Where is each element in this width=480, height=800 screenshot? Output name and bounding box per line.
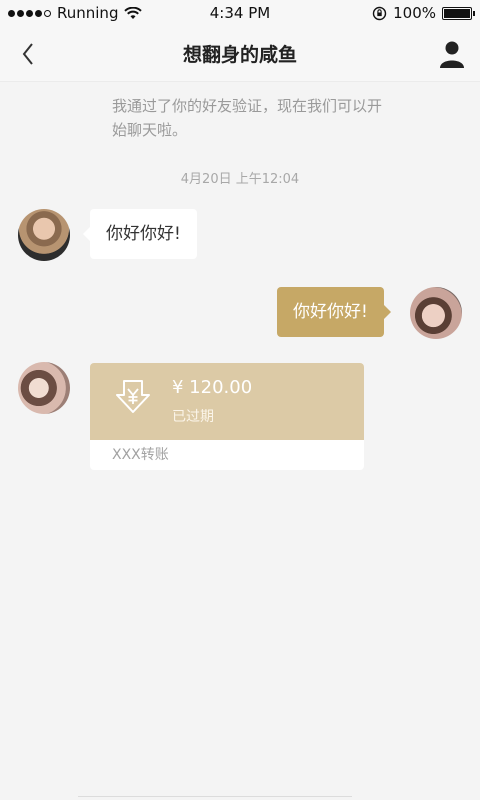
transfer-amount: ¥ 120.00 — [172, 377, 253, 398]
status-bar: Running 4:34 PM 100% — [0, 0, 480, 26]
profile-button[interactable] — [424, 26, 480, 82]
user-icon — [440, 41, 464, 68]
outgoing-message-bubble[interactable]: 你好你好! — [277, 287, 391, 337]
incoming-message-bubble[interactable]: 你好你好! — [83, 209, 197, 259]
contact-avatar[interactable] — [18, 209, 70, 261]
back-button[interactable] — [0, 26, 56, 82]
battery-icon — [442, 6, 475, 20]
carrier-group: Running — [8, 4, 143, 22]
input-bar-edge — [78, 796, 352, 800]
transfer-status: 已过期 — [172, 409, 214, 425]
my-avatar[interactable] — [410, 287, 462, 339]
chat-area[interactable]: 我通过了你的好友验证，现在我们可以开始聊天啦。 4月20日 上午12:04 你好… — [0, 82, 480, 800]
transfer-note: XXX转账 — [112, 447, 169, 463]
carrier-name: Running — [57, 4, 119, 22]
wifi-icon — [124, 6, 143, 19]
page-title: 想翻身的咸鱼 — [182, 44, 297, 66]
system-notice: 我通过了你的好友验证，现在我们可以开始聊天啦。 — [112, 97, 383, 139]
chevron-left-icon — [22, 42, 33, 65]
status-right-group: 100% — [372, 4, 475, 22]
transfer-yen-icon — [116, 380, 150, 413]
contact-avatar-transfer[interactable] — [18, 362, 70, 414]
message-timestamp: 4月20日 上午12:04 — [180, 172, 300, 187]
battery-percent: 100% — [393, 4, 436, 22]
transfer-card-header: ¥ 120.00 已过期 — [90, 363, 364, 440]
navigation-bar: 想翻身的咸鱼 — [0, 26, 480, 82]
signal-icon — [8, 9, 51, 17]
transfer-card[interactable]: ¥ 120.00 已过期 XXX转账 — [90, 363, 364, 470]
orientation-lock-icon — [372, 6, 387, 20]
